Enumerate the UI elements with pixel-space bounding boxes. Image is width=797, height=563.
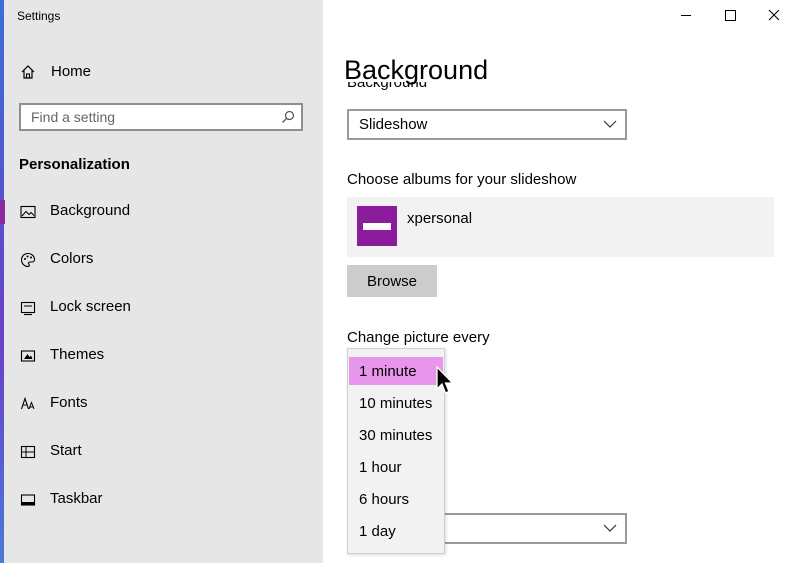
sidebar-item-taskbar[interactable]: Taskbar xyxy=(4,480,323,520)
maximize-icon[interactable] xyxy=(707,0,753,30)
themes-icon xyxy=(20,350,36,362)
sidebar-item-label: Colors xyxy=(50,250,94,267)
lock-screen-icon xyxy=(20,301,36,316)
image-icon xyxy=(20,205,36,219)
interval-option[interactable]: 1 day xyxy=(349,517,443,545)
browse-button[interactable]: Browse xyxy=(347,265,437,297)
sidebar-item-label: Fonts xyxy=(50,394,88,411)
sidebar-item-lock-screen[interactable]: Lock screen xyxy=(4,288,323,328)
background-type-value: Slideshow xyxy=(359,116,428,133)
albums-label: Choose albums for your slideshow xyxy=(347,171,577,188)
change-picture-label: Change picture every xyxy=(347,329,490,346)
album-name: xpersonal xyxy=(407,210,473,227)
app-title: Settings xyxy=(17,9,61,23)
sidebar-item-label: Taskbar xyxy=(50,490,103,507)
interval-option[interactable]: 1 minute xyxy=(349,357,443,385)
search-box xyxy=(19,103,303,131)
palette-icon xyxy=(20,252,36,268)
interval-dropdown-list: 1 minute 10 minutes 30 minutes 1 hour 6 … xyxy=(347,348,445,554)
folder-icon xyxy=(357,206,397,246)
fonts-icon xyxy=(20,396,35,410)
sidebar-item-fonts[interactable]: Fonts xyxy=(4,384,323,424)
home-label: Home xyxy=(51,63,92,80)
sidebar-item-label: Background xyxy=(50,202,131,219)
interval-option[interactable]: 30 minutes xyxy=(349,421,443,449)
interval-option[interactable]: 10 minutes xyxy=(349,389,443,417)
minimize-icon[interactable] xyxy=(663,0,709,30)
search-icon[interactable] xyxy=(281,110,295,124)
interval-option[interactable]: 6 hours xyxy=(349,485,443,513)
background-type-dropdown[interactable]: Slideshow xyxy=(347,109,627,140)
section-title: Personalization xyxy=(19,156,130,173)
taskbar-icon xyxy=(20,494,36,506)
close-icon[interactable] xyxy=(751,0,797,30)
album-item[interactable]: xpersonal xyxy=(347,197,774,257)
sidebar-item-start[interactable]: Start xyxy=(4,432,323,472)
start-icon xyxy=(20,445,36,459)
main-content: Background Background Slideshow Choose a… xyxy=(323,0,797,563)
active-indicator xyxy=(0,200,5,224)
mouse-cursor-icon xyxy=(436,366,455,394)
chevron-down-icon xyxy=(603,120,617,128)
sidebar-item-label: Lock screen xyxy=(50,298,131,315)
sidebar-item-themes[interactable]: Themes xyxy=(4,336,323,376)
home-icon xyxy=(21,65,35,79)
sidebar-item-home[interactable]: Home xyxy=(4,58,323,86)
sidebar-item-background[interactable]: Background xyxy=(0,192,323,232)
sidebar: Settings Home Personalization Background… xyxy=(0,0,323,563)
interval-option[interactable]: 1 hour xyxy=(349,453,443,481)
sidebar-item-label: Themes xyxy=(50,346,105,363)
search-input[interactable] xyxy=(21,105,271,129)
background-label: Background xyxy=(347,82,428,91)
sidebar-item-label: Start xyxy=(50,442,82,459)
sidebar-item-colors[interactable]: Colors xyxy=(4,240,323,280)
chevron-down-icon xyxy=(603,524,617,532)
